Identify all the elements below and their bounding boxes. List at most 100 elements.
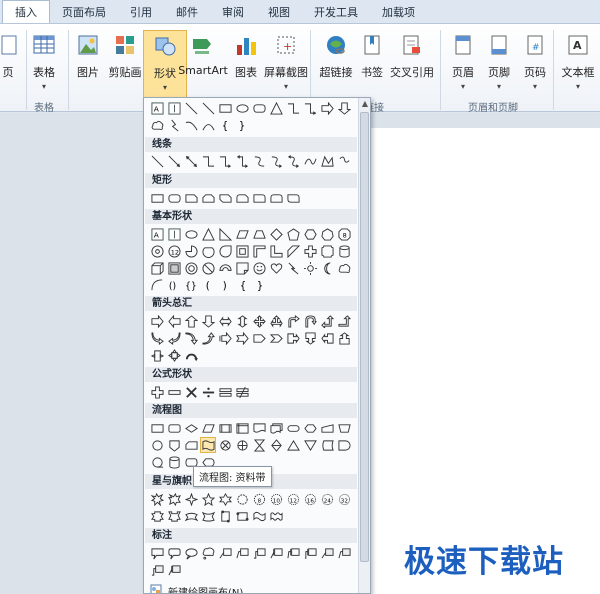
left-right-up-arrow-shape-icon[interactable] — [269, 314, 283, 328]
flowchart-connector-icon[interactable] — [150, 438, 164, 452]
tab-page-layout[interactable]: 页面布局 — [50, 1, 118, 23]
elbow-arrow-shape-icon[interactable] — [303, 101, 317, 115]
star-8-point-icon[interactable]: 8 — [252, 492, 266, 506]
down-arrow-shape-icon[interactable] — [337, 101, 351, 115]
left-right-arrow-shape-icon[interactable] — [218, 314, 232, 328]
down-arrow-callout-shape-icon[interactable] — [303, 331, 317, 345]
trapezoid-shape-icon[interactable] — [252, 227, 266, 241]
curve-shape-icon[interactable] — [303, 154, 317, 168]
scroll-thumb[interactable] — [360, 112, 369, 562]
rounded-rect-callout-icon[interactable] — [167, 546, 181, 560]
rounded-rect-shape-icon[interactable] — [252, 101, 266, 115]
half-frame-shape-icon[interactable] — [252, 244, 266, 258]
curved-up-ribbon-shape-icon[interactable] — [184, 509, 198, 523]
cross-shape-icon[interactable] — [303, 244, 317, 258]
round-same-side-rect-shape-icon[interactable] — [269, 191, 283, 205]
star-6-point-icon[interactable] — [218, 492, 232, 506]
up-arrow-callout-shape-icon[interactable] — [337, 331, 351, 345]
up-down-arrow-shape-icon[interactable] — [235, 314, 249, 328]
crossref-button[interactable]: 交叉引用 — [390, 30, 434, 106]
shapes-scrollbar[interactable]: ▲ — [358, 98, 370, 593]
flowchart-offpage-connector-icon[interactable] — [167, 438, 181, 452]
screenshot-button[interactable]: + 屏幕截图 ▾ — [264, 30, 308, 106]
line-callout-accent-border-icon[interactable] — [167, 563, 181, 577]
cloud-shape-icon[interactable] — [337, 261, 351, 275]
folded-corner-shape-icon[interactable] — [235, 261, 249, 275]
no-symbol-shape-icon[interactable] — [201, 261, 215, 275]
ellipse-shape-icon[interactable] — [235, 101, 249, 115]
elbow-connector-shape-icon[interactable] — [286, 101, 300, 115]
donut-shape-icon[interactable] — [184, 261, 198, 275]
tab-references[interactable]: 引用 — [118, 1, 164, 23]
left-brace-shape-icon[interactable]: { — [218, 118, 232, 132]
lightning-shape-icon[interactable] — [167, 118, 181, 132]
star-7-point-icon[interactable] — [235, 492, 249, 506]
l-shape-icon[interactable] — [269, 244, 283, 258]
arc-shape-icon[interactable] — [201, 118, 215, 132]
round-diagonal-rect-shape-icon[interactable] — [286, 191, 300, 205]
right-brace-shape-icon[interactable]: } — [235, 118, 249, 132]
oval-callout-icon[interactable] — [184, 546, 198, 560]
curved-double-arrow-shape-icon[interactable] — [286, 154, 300, 168]
line-callout-border-1-icon[interactable] — [320, 546, 334, 560]
line-shape-icon[interactable] — [184, 101, 198, 115]
circular-arrow-shape-icon[interactable] — [184, 348, 198, 362]
flowchart-summing-junction-icon[interactable] — [218, 438, 232, 452]
curved-right-arrow-shape-icon[interactable] — [150, 331, 164, 345]
double-brace-shape-icon[interactable]: {} — [184, 278, 198, 292]
multiply-shape-icon[interactable] — [184, 385, 198, 399]
tab-addins[interactable]: 加载项 — [370, 1, 427, 23]
bookmark-button[interactable]: 书签 — [350, 30, 394, 106]
textbox-button[interactable]: A 文本框 ▾ — [556, 30, 600, 106]
star-32-point-icon[interactable]: 32 — [337, 492, 351, 506]
line-callout-border-2-icon[interactable] — [337, 546, 351, 560]
flowchart-data-icon[interactable] — [201, 421, 215, 435]
flowchart-magnetic-disk-icon[interactable] — [167, 455, 181, 469]
textbox-shape-icon[interactable]: A — [150, 101, 164, 115]
line-callout-accent-2-icon[interactable] — [286, 546, 300, 560]
flowchart-stored-data-icon[interactable] — [320, 438, 334, 452]
cloud-shape-icon[interactable] — [150, 118, 164, 132]
flowchart-collate-icon[interactable] — [252, 438, 266, 452]
chord-shape-icon[interactable] — [201, 244, 215, 258]
can-shape-icon[interactable] — [337, 244, 351, 258]
line-callout-1-icon[interactable] — [218, 546, 232, 560]
triangle-shape-icon[interactable] — [201, 227, 215, 241]
diagonal-stripe-shape-icon[interactable] — [286, 244, 300, 258]
rounded-rect-shape-icon[interactable] — [167, 191, 181, 205]
star-16-point-icon[interactable]: 16 — [303, 492, 317, 506]
left-up-arrow-shape-icon[interactable] — [320, 314, 334, 328]
table-button[interactable]: 表格 ▾ — [22, 30, 66, 106]
flowchart-card-icon[interactable] — [184, 438, 198, 452]
double-bracket-shape-icon[interactable]: () — [167, 278, 181, 292]
quad-arrow-shape-icon[interactable] — [252, 314, 266, 328]
flowchart-manual-operation-icon[interactable] — [337, 421, 351, 435]
pentagon-shape-icon[interactable] — [286, 227, 300, 241]
flowchart-or-icon[interactable] — [235, 438, 249, 452]
round-corner-rect-shape-icon[interactable] — [252, 191, 266, 205]
equal-shape-icon[interactable] — [218, 385, 232, 399]
flowchart-sequential-storage-icon[interactable] — [150, 455, 164, 469]
lightning-bolt-shape-icon[interactable] — [286, 261, 300, 275]
elbow-double-arrow-shape-icon[interactable] — [235, 154, 249, 168]
cube-shape-icon[interactable] — [150, 261, 164, 275]
flowchart-merge-icon[interactable] — [303, 438, 317, 452]
tab-view[interactable]: 视图 — [256, 1, 302, 23]
snip-same-side-rect-shape-icon[interactable] — [201, 191, 215, 205]
down-arrow-shape-icon[interactable] — [201, 314, 215, 328]
left-bracket-shape-icon[interactable]: ( — [201, 278, 215, 292]
pie-shape-icon[interactable] — [184, 244, 198, 258]
star-10-point-icon[interactable]: 10 — [269, 492, 283, 506]
flowchart-process-icon[interactable] — [150, 421, 164, 435]
triangle-shape-icon[interactable] — [269, 101, 283, 115]
vertical-scroll-shape-icon[interactable] — [218, 509, 232, 523]
rectangle-shape-icon[interactable] — [150, 191, 164, 205]
right-arrow-shape-icon[interactable] — [320, 101, 334, 115]
divide-shape-icon[interactable] — [201, 385, 215, 399]
explosion-1-shape-icon[interactable] — [150, 492, 164, 506]
right-arrow-callout-shape-icon[interactable] — [286, 331, 300, 345]
minus-shape-icon[interactable] — [167, 385, 181, 399]
left-brace-shape-icon[interactable]: { — [235, 278, 249, 292]
chevron-shape-icon[interactable] — [269, 331, 283, 345]
up-arrow-shape-icon[interactable] — [184, 314, 198, 328]
